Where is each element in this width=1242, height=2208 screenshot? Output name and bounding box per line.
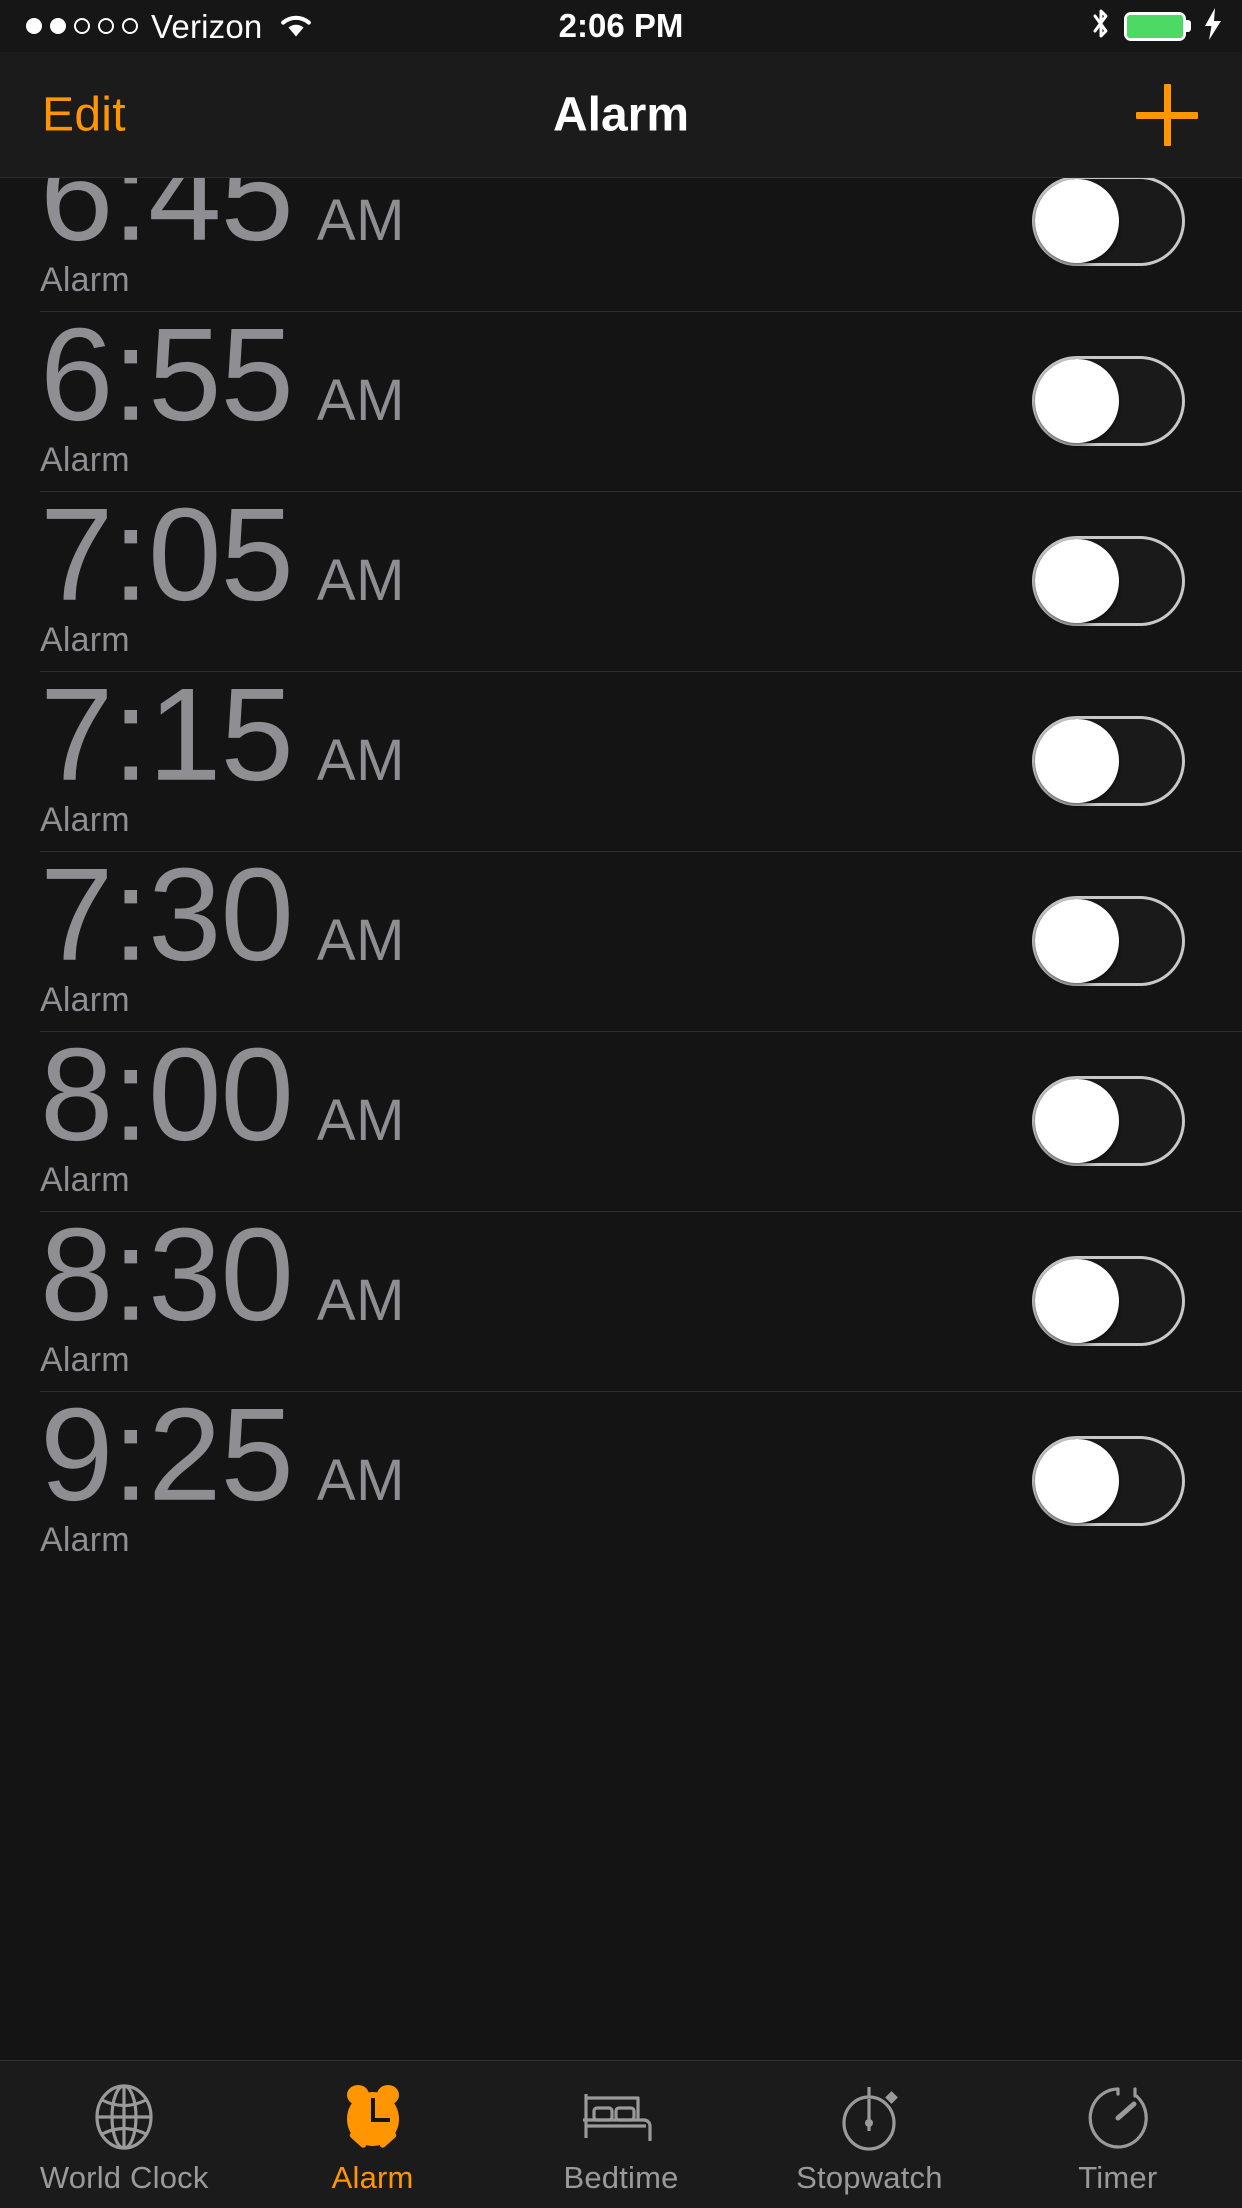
status-bar: Verizon 2:06 PM: [0, 0, 1242, 52]
alarm-time-line: 7:15 AM: [40, 660, 405, 808]
alarm-time: 7:30: [40, 840, 294, 988]
signal-strength-icon: [26, 18, 138, 34]
page-title: Alarm: [552, 88, 690, 141]
alarm-time-line: 7:30 AM: [40, 840, 405, 988]
alarm-row[interactable]: 7:05 AM Alarm: [0, 488, 1242, 671]
alarm-toggle[interactable]: [1032, 178, 1185, 266]
alarm-period: AM: [316, 907, 405, 973]
alarm-row-text: 7:05 AM Alarm: [40, 488, 405, 660]
alarm-period: AM: [316, 547, 405, 613]
alarm-period: AM: [316, 1447, 405, 1513]
alarm-row-text: 6:45 AM Alarm: [40, 178, 405, 300]
tab-label: Timer: [1078, 2159, 1158, 2195]
tab-label: Alarm: [331, 2159, 414, 2195]
alarm-toggle[interactable]: [1032, 1436, 1185, 1526]
wifi-icon: [277, 9, 315, 44]
stopwatch-icon: [837, 2080, 901, 2154]
iphone-screen: Verizon 2:06 PM Edit Alarm 6:45 AM Alarm…: [0, 0, 1242, 2208]
carrier-name: Verizon: [151, 7, 263, 45]
tab-label: Stopwatch: [796, 2159, 943, 2195]
tab-alarm[interactable]: Alarm: [248, 2061, 496, 2208]
alarm-toggle[interactable]: [1032, 716, 1185, 806]
battery-icon: [1124, 11, 1186, 41]
add-alarm-button[interactable]: [1136, 83, 1198, 146]
alarm-row-text: 8:00 AM Alarm: [40, 1028, 405, 1200]
status-bar-right: [1090, 0, 1224, 52]
alarm-toggle[interactable]: [1032, 356, 1185, 446]
toggle-knob: [1035, 179, 1119, 263]
alarm-list[interactable]: 6:45 AM Alarm 6:55 AM Alarm 7:05 AM Alarm 7:15 AM A…: [0, 178, 1242, 2060]
alarm-toggle[interactable]: [1032, 1256, 1185, 1346]
alarm-period: AM: [316, 1087, 405, 1153]
alarm-label: Alarm: [40, 981, 130, 1020]
tab-label: Bedtime: [563, 2159, 679, 2195]
alarm-period: AM: [316, 1267, 405, 1333]
status-bar-left: Verizon: [26, 0, 315, 52]
alarm-row[interactable]: 6:55 AM Alarm: [0, 308, 1242, 491]
tab-world-clock[interactable]: World Clock: [0, 2061, 248, 2208]
alarm-row[interactable]: 9:25 AM Alarm: [0, 1388, 1242, 1571]
alarm-row[interactable]: 8:00 AM Alarm: [0, 1028, 1242, 1211]
alarm-label: Alarm: [40, 261, 130, 300]
bluetooth-icon: [1090, 7, 1112, 46]
toggle-knob: [1035, 359, 1119, 443]
alarm-time: 9:25: [40, 1380, 294, 1528]
alarm-time-line: 6:45 AM: [40, 178, 405, 268]
bed-icon: [582, 2080, 660, 2154]
alarm-label: Alarm: [40, 621, 130, 660]
toggle-knob: [1035, 1439, 1119, 1523]
alarm-row[interactable]: 7:15 AM Alarm: [0, 668, 1242, 851]
alarm-time: 7:05: [40, 480, 294, 628]
navigation-bar: Edit Alarm: [0, 52, 1242, 178]
tab-stopwatch[interactable]: Stopwatch: [745, 2061, 993, 2208]
alarm-time: 7:15: [40, 660, 294, 808]
tab-bedtime[interactable]: Bedtime: [497, 2061, 745, 2208]
lightning-bolt-icon: [1202, 7, 1224, 46]
alarm-toggle[interactable]: [1032, 896, 1185, 986]
alarm-row[interactable]: 7:30 AM Alarm: [0, 848, 1242, 1031]
toggle-knob: [1035, 899, 1119, 983]
alarm-period: AM: [316, 367, 405, 433]
alarm-time-line: 6:55 AM: [40, 300, 405, 448]
alarm-label: Alarm: [40, 1521, 130, 1560]
alarm-row-text: 9:25 AM Alarm: [40, 1388, 405, 1560]
tab-timer[interactable]: Timer: [994, 2061, 1242, 2208]
alarm-row-text: 7:30 AM Alarm: [40, 848, 405, 1020]
toggle-knob: [1035, 1259, 1119, 1343]
alarm-toggle[interactable]: [1032, 1076, 1185, 1166]
alarm-toggle[interactable]: [1032, 536, 1185, 626]
tab-label: World Clock: [39, 2159, 209, 2195]
alarm-label: Alarm: [40, 1341, 130, 1380]
alarm-time-line: 7:05 AM: [40, 480, 405, 628]
status-bar-clock: 2:06 PM: [558, 7, 684, 44]
toggle-knob: [1035, 1079, 1119, 1163]
alarm-time: 8:00: [40, 1020, 294, 1168]
alarm-row-text: 6:55 AM Alarm: [40, 308, 405, 480]
globe-icon: [91, 2080, 157, 2154]
alarm-row-text: 8:30 AM Alarm: [40, 1208, 405, 1380]
alarm-label: Alarm: [40, 801, 130, 840]
toggle-knob: [1035, 719, 1119, 803]
alarm-period: AM: [316, 187, 405, 253]
alarm-label: Alarm: [40, 1161, 130, 1200]
alarm-row[interactable]: 6:45 AM Alarm: [0, 178, 1242, 311]
alarm-time: 8:30: [40, 1200, 294, 1348]
alarm-period: AM: [316, 727, 405, 793]
alarm-row-text: 7:15 AM Alarm: [40, 668, 405, 840]
toggle-knob: [1035, 539, 1119, 623]
alarm-time: 6:45: [40, 178, 294, 268]
alarm-time-line: 8:00 AM: [40, 1020, 405, 1168]
timer-icon: [1085, 2080, 1151, 2154]
alarm-time-line: 8:30 AM: [40, 1200, 405, 1348]
alarm-time: 6:55: [40, 300, 294, 448]
tab-bar: World Clock Alarm Bedtime Stopwatch Time…: [0, 2060, 1242, 2208]
alarm-label: Alarm: [40, 441, 130, 480]
alarm-clock-icon: [338, 2080, 408, 2154]
alarm-row[interactable]: 8:30 AM Alarm: [0, 1208, 1242, 1391]
alarm-time-line: 9:25 AM: [40, 1380, 405, 1528]
